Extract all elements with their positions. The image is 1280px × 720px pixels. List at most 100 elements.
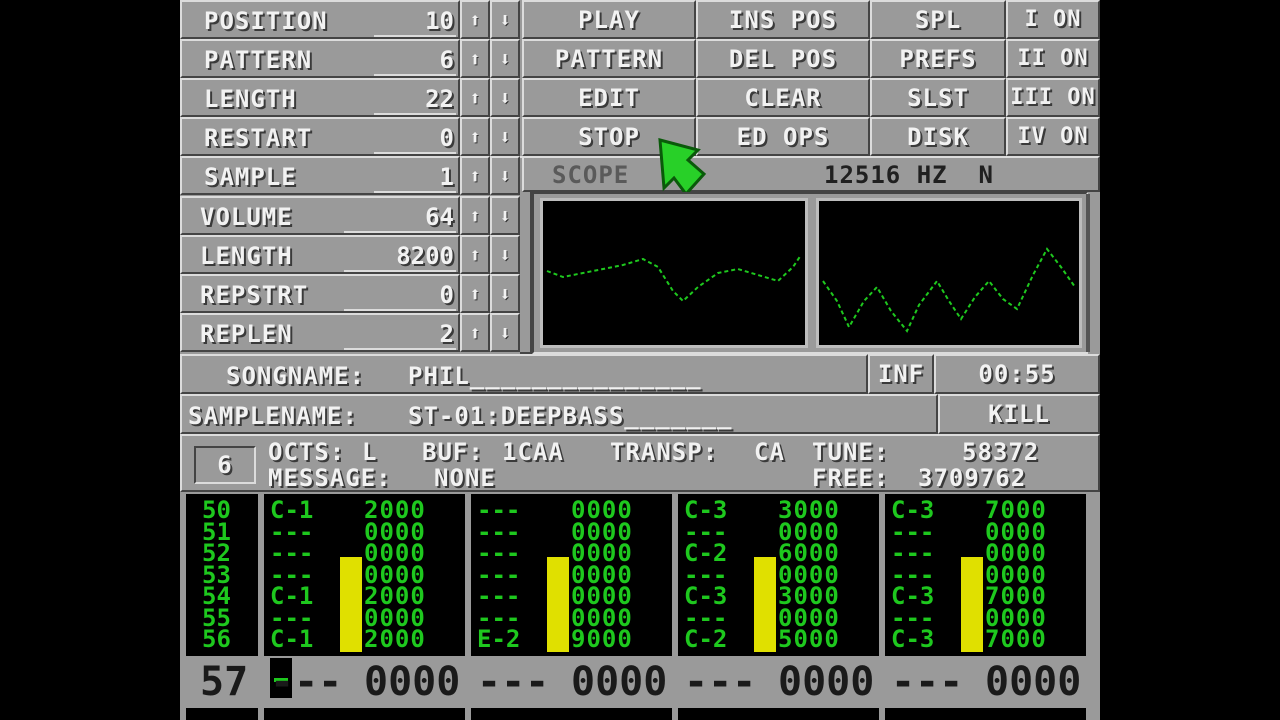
row-number: 56 — [202, 625, 231, 653]
channel-3-toggle[interactable]: III ON — [1006, 78, 1100, 117]
note-cell[interactable]: C-2 — [684, 627, 727, 650]
sample-length-down-arrow-icon[interactable]: ⬇ — [490, 235, 520, 274]
track-3[interactable]: C-3 3000 --- 0000 C-2 6000 --- 0000 C-3 3000 --- 00… — [678, 494, 879, 656]
scope-panel — [532, 192, 1090, 354]
replen-value: 2 — [439, 320, 454, 348]
songname-field[interactable]: SONGNAME: PHIL_______________ — [180, 354, 868, 394]
sample-length-up-arrow-icon[interactable]: ⬆ — [460, 235, 490, 274]
sample-down-arrow-icon[interactable]: ⬇ — [490, 156, 520, 195]
repstrt-up-arrow-icon[interactable]: ⬆ — [460, 274, 490, 313]
status-bar: 6 OCTS: L BUF: 1CAA TRANSP: CA TUNE: 583… — [180, 434, 1100, 492]
sample-value-box: 1 — [374, 160, 456, 193]
sample-value: 1 — [439, 163, 454, 191]
volume-down-arrow-icon[interactable]: ⬇ — [490, 196, 520, 235]
pattern-up-arrow-icon[interactable]: ⬆ — [460, 39, 490, 78]
note-cell[interactable]: C-1 — [270, 627, 313, 650]
scope-label[interactable]: SCOPE — [552, 163, 629, 187]
position-up-arrow-icon[interactable]: ⬆ — [460, 0, 490, 39]
sample-length-row: LENGTH 8200 — [180, 235, 460, 274]
command-cell[interactable]: 9000 — [571, 627, 633, 650]
length-row: LENGTH 22 — [180, 78, 460, 117]
next-row-strip — [678, 708, 879, 720]
samplename-field[interactable]: SAMPLENAME: ST-01:DEEPBASS_______ — [180, 394, 938, 434]
sample-length-value-box: 8200 — [344, 239, 456, 272]
ins-pos-button[interactable]: INS POS — [696, 0, 870, 39]
track-2[interactable]: --- 0000 --- 0000 --- 0000 --- 0000 --- 0000 --- 00… — [471, 494, 672, 656]
volume-row: VOLUME 64 — [180, 196, 460, 235]
length-down-arrow-icon[interactable]: ⬇ — [490, 78, 520, 117]
replen-up-arrow-icon[interactable]: ⬆ — [460, 313, 490, 352]
current-command-cell[interactable]: 0000 — [778, 662, 874, 702]
current-note-cell[interactable]: --- — [477, 662, 549, 702]
replen-label: REPLEN — [200, 320, 293, 348]
position-row: POSITION 10 — [180, 0, 460, 39]
sample-label: SAMPLE — [204, 163, 297, 191]
current-command-cell[interactable]: 0000 — [571, 662, 667, 702]
current-note-cell[interactable]: --- — [684, 662, 756, 702]
ed-ops-button[interactable]: ED OPS — [696, 117, 870, 156]
kill-button[interactable]: KILL — [938, 394, 1100, 434]
volume-up-arrow-icon[interactable]: ⬆ — [460, 196, 490, 235]
current-row-number: 57 — [200, 659, 249, 705]
position-down-arrow-icon[interactable]: ⬇ — [490, 0, 520, 39]
channel-4-toggle[interactable]: IV ON — [1006, 117, 1100, 156]
repstrt-down-arrow-icon[interactable]: ⬇ — [490, 274, 520, 313]
restart-label: RESTART — [204, 124, 313, 152]
current-note-cell[interactable]: --- — [891, 662, 963, 702]
pattern-down-arrow-icon[interactable]: ⬇ — [490, 39, 520, 78]
current-note-cell[interactable]: --- — [270, 662, 342, 702]
clear-button[interactable]: CLEAR — [696, 78, 870, 117]
track-4[interactable]: C-3 7000 --- 0000 --- 0000 --- 0000 C-3 7000 --- 00… — [885, 494, 1086, 656]
vu-meter — [340, 557, 362, 652]
note-cell[interactable]: E-2 — [477, 627, 520, 650]
replen-value-box: 2 — [344, 317, 456, 350]
length-value-box: 22 — [374, 82, 456, 115]
row-number-column: 50 51 52 53 54 55 56 — [186, 494, 258, 656]
sample-row: SAMPLE 1 — [180, 156, 460, 195]
length-up-arrow-icon[interactable]: ⬆ — [460, 78, 490, 117]
note-cell[interactable]: C-3 — [891, 627, 934, 650]
next-row-strip — [885, 708, 1086, 720]
command-cell[interactable]: 5000 — [778, 627, 840, 650]
del-pos-button[interactable]: DEL POS — [696, 39, 870, 78]
pattern-number-box: 6 — [194, 446, 256, 484]
command-cell[interactable]: 2000 — [364, 627, 426, 650]
current-command-cell[interactable]: 0000 — [985, 662, 1081, 702]
command-cell[interactable]: 7000 — [985, 627, 1047, 650]
prefs-button[interactable]: PREFS — [870, 39, 1006, 78]
pattern-button[interactable]: PATTERN — [522, 39, 696, 78]
next-row-strip — [264, 708, 465, 720]
position-value-box: 10 — [374, 4, 456, 37]
vu-meter — [547, 557, 569, 652]
restart-down-arrow-icon[interactable]: ⬇ — [490, 117, 520, 156]
restart-up-arrow-icon[interactable]: ⬆ — [460, 117, 490, 156]
replen-row: REPLEN 2 — [180, 313, 460, 352]
next-row-strip — [471, 708, 672, 720]
replen-down-arrow-icon[interactable]: ⬇ — [490, 313, 520, 352]
waveform-right — [822, 247, 1076, 333]
restart-value: 0 — [439, 124, 454, 152]
slst-button[interactable]: SLST — [870, 78, 1006, 117]
disk-button[interactable]: DISK — [870, 117, 1006, 156]
next-row-strip — [186, 708, 258, 720]
restart-value-box: 0 — [374, 121, 456, 154]
frequency-readout: 12516 HZ N — [824, 161, 994, 189]
sample-up-arrow-icon[interactable]: ⬆ — [460, 156, 490, 195]
play-button[interactable]: PLAY — [522, 0, 696, 39]
repstrt-value-box: 0 — [344, 278, 456, 311]
scope-right — [816, 198, 1082, 348]
channel-1-toggle[interactable]: I ON — [1006, 0, 1100, 39]
inf-button[interactable]: INF — [868, 354, 934, 394]
position-label: POSITION — [204, 7, 328, 35]
sample-length-label: LENGTH — [200, 242, 293, 270]
position-value: 10 — [425, 7, 454, 35]
track-1[interactable]: C-1 2000 --- 0000 --- 0000 --- 0000 C-1 2000 --- 00… — [264, 494, 465, 656]
edit-button[interactable]: EDIT — [522, 78, 696, 117]
current-command-cell[interactable]: 0000 — [364, 662, 460, 702]
restart-row: RESTART 0 — [180, 117, 460, 156]
channel-2-toggle[interactable]: II ON — [1006, 39, 1100, 78]
scope-header: SCOPE 12516 HZ N — [522, 156, 1100, 192]
pattern-row: PATTERN 6 — [180, 39, 460, 78]
spl-button[interactable]: SPL — [870, 0, 1006, 39]
scope-scrollbar[interactable] — [1086, 194, 1090, 352]
